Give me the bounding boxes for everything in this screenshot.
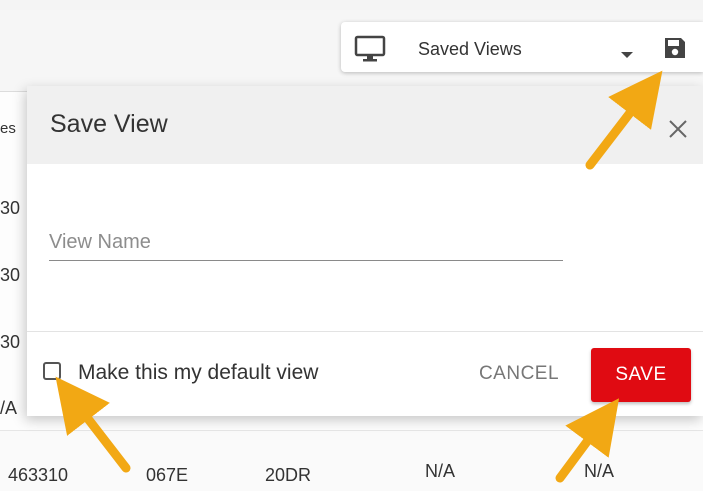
dialog-header: Save View [27,86,703,164]
table-cell: N/A [584,461,615,481]
default-view-checkbox[interactable] [43,362,61,380]
page-top-strip [0,0,703,10]
save-button[interactable]: SAVE [591,348,691,402]
save-view-dialog: Save View Make this my default view CANC… [27,86,703,416]
view-name-field [49,224,563,264]
close-icon[interactable] [667,118,689,140]
table-cell: 067E [146,465,189,485]
table-cell: N/A [425,461,456,481]
cancel-button[interactable]: CANCEL [463,354,575,394]
table-header-fragment: es [0,120,16,137]
dialog-title: Save View [50,110,168,138]
dialog-footer-divider [27,331,703,332]
view-name-input[interactable] [49,224,563,261]
saved-views-selector[interactable]: Saved Views [341,22,703,72]
monitor-icon [354,35,386,62]
table-cell-fragment: 30 [0,332,21,352]
default-view-label[interactable]: Make this my default view [78,361,318,385]
floppy-disk-icon[interactable] [663,36,687,60]
table-cell-fragment: 30 [0,265,21,285]
caret-down-icon[interactable] [621,52,633,58]
table-cell-fragment: 30 [0,198,21,218]
table-cell: 463310 [8,465,69,485]
table-row[interactable]: 463310 067E 20DR N/A N/A [0,430,703,491]
table-cell: 20DR [265,465,312,485]
table-cell-fragment: /A [0,398,18,418]
saved-views-label: Saved Views [418,39,522,59]
